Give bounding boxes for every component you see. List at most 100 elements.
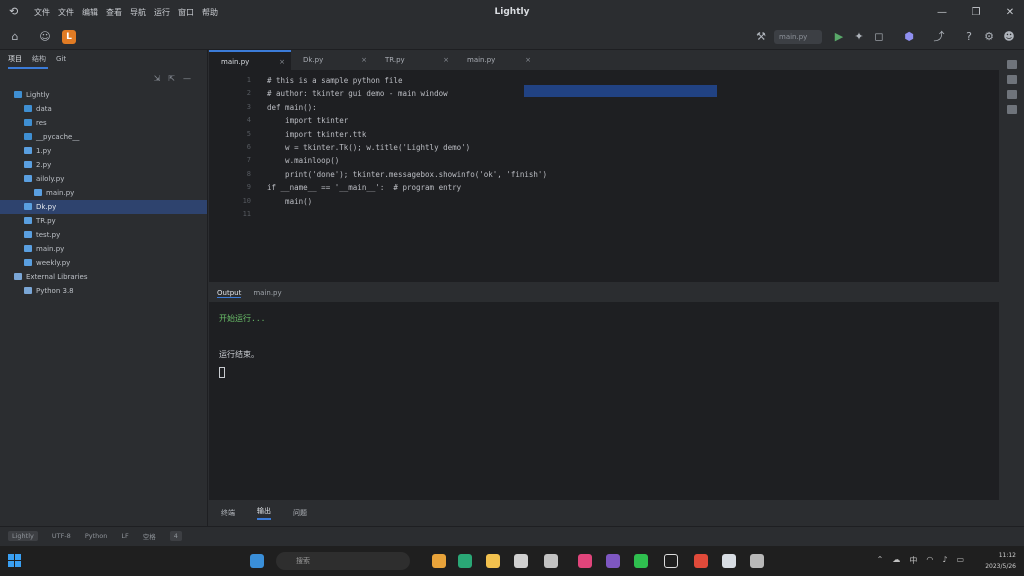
tree-item[interactable]: res <box>0 116 207 130</box>
store-icon[interactable] <box>514 554 528 568</box>
close-tab-icon[interactable]: × <box>361 50 367 70</box>
close-tab-icon[interactable]: × <box>525 50 531 70</box>
help-icon[interactable]: ? <box>962 30 976 44</box>
notifications-icon[interactable] <box>1006 60 1017 69</box>
menu-item-run[interactable]: 运行 <box>154 7 170 18</box>
tab-project[interactable]: 项目 <box>8 54 22 64</box>
code-line[interactable]: main() <box>267 195 999 208</box>
taskbar-search[interactable]: 搜索 <box>276 552 410 570</box>
chevron-up-icon[interactable]: ⌃ <box>877 555 884 566</box>
hammer-icon[interactable]: ⚒ <box>754 30 768 44</box>
tree-item[interactable]: main.py <box>0 242 207 256</box>
waveform-app-icon[interactable] <box>664 554 678 568</box>
wechat-icon[interactable] <box>634 554 648 568</box>
ime-icon[interactable]: 中 <box>909 555 917 566</box>
code-line[interactable]: import tkinter <box>267 114 999 127</box>
tab-problems[interactable]: 问题 <box>293 508 307 518</box>
tab-terminal[interactable]: 终端 <box>221 508 235 518</box>
status-line-ending[interactable]: LF <box>121 532 128 540</box>
stop-icon[interactable]: ◻ <box>872 30 886 44</box>
code-area[interactable]: # this is a sample python file # author: … <box>267 74 999 221</box>
settings-icon[interactable]: ⚙ <box>982 30 996 44</box>
editor-tab[interactable]: main.py × <box>209 50 291 70</box>
tree-item[interactable]: ailoly.py <box>0 172 207 186</box>
menu-item-edit[interactable]: 编辑 <box>82 7 98 18</box>
tree-item[interactable]: Lightly <box>0 88 207 102</box>
visual-studio-icon[interactable] <box>606 554 620 568</box>
tab-output[interactable]: Output <box>217 289 242 298</box>
menu-item-view[interactable]: 查看 <box>106 7 122 18</box>
code-line[interactable] <box>267 208 999 221</box>
status-project[interactable]: Lightly <box>8 530 38 541</box>
debug-icon[interactable]: ✦ <box>852 30 866 44</box>
tree-item[interactable]: data <box>0 102 207 116</box>
share-icon[interactable]: ⤴ <box>932 30 946 44</box>
start-button[interactable] <box>8 554 22 568</box>
expand-icon[interactable]: ⇱ <box>168 74 175 83</box>
database-icon[interactable] <box>1006 75 1017 84</box>
code-line[interactable]: w = tkinter.Tk(); w.title('Lightly demo'… <box>267 141 999 154</box>
tree-item[interactable]: 2.py <box>0 158 207 172</box>
status-encoding[interactable]: UTF-8 <box>52 532 71 540</box>
tree-item[interactable]: Dk.py <box>0 200 207 214</box>
menu-item-help[interactable]: 帮助 <box>202 7 218 18</box>
maven-icon[interactable] <box>1006 90 1017 99</box>
code-editor[interactable]: 1 2 3 4 5 6 7 8 9 10 11 # this is a sample python … <box>209 70 999 282</box>
status-language[interactable]: Python <box>85 532 108 540</box>
battery-icon[interactable]: ▭ <box>956 555 964 566</box>
code-line[interactable]: # this is a sample python file <box>267 74 999 87</box>
tree-item[interactable]: External Libraries <box>0 270 207 284</box>
lightly-app-icon[interactable] <box>722 554 736 568</box>
code-line[interactable]: def main(): <box>267 101 999 114</box>
code-line[interactable]: if __name__ == '__main__': # program ent… <box>267 181 999 194</box>
menu-item-file2[interactable]: 文件 <box>58 7 74 18</box>
close-tab-icon[interactable]: × <box>443 50 449 70</box>
user-icon[interactable]: ☺ <box>38 30 52 44</box>
panel-close-icon[interactable]: — <box>183 74 191 83</box>
run-icon[interactable]: ▶ <box>832 30 846 44</box>
close-button[interactable]: ✕ <box>1002 7 1018 18</box>
app-logo-icon[interactable]: L <box>62 30 76 44</box>
minimize-button[interactable]: — <box>934 7 950 18</box>
plugin-icon[interactable]: ⬢ <box>902 30 916 44</box>
menu-item-navigate[interactable]: 导航 <box>130 7 146 18</box>
clock[interactable]: 11:12 2023/5/26 <box>985 550 1016 572</box>
code-line[interactable]: import tkinter.ttk <box>267 128 999 141</box>
notepad-icon[interactable] <box>544 554 558 568</box>
code-line[interactable]: # author: tkinter gui demo - main window <box>267 87 999 100</box>
tree-item[interactable]: 1.py <box>0 144 207 158</box>
folder-icon[interactable] <box>486 554 500 568</box>
tab-git[interactable]: Git <box>56 55 66 63</box>
edge-browser-icon[interactable] <box>458 554 472 568</box>
menu-item-file[interactable]: 文件 <box>34 7 50 18</box>
tree-item[interactable]: weekly.py <box>0 256 207 270</box>
volume-icon[interactable]: ♪ <box>942 555 947 566</box>
status-indent[interactable]: 空格 <box>143 531 156 541</box>
tree-item[interactable]: TR.py <box>0 214 207 228</box>
code-line[interactable]: w.mainloop() <box>267 154 999 167</box>
tab-structure[interactable]: 结构 <box>32 54 46 64</box>
calculator-icon[interactable] <box>750 554 764 568</box>
maximize-button[interactable]: ❐ <box>968 7 984 18</box>
editor-tab[interactable]: Dk.py × <box>291 50 373 70</box>
account-icon[interactable]: ☻ <box>1002 30 1016 44</box>
editor-tab[interactable]: main.py × <box>455 50 537 70</box>
menu-item-window[interactable]: 窗口 <box>178 7 194 18</box>
editor-tab[interactable]: TR.py × <box>373 50 455 70</box>
tree-item[interactable]: __pycache__ <box>0 130 207 144</box>
close-tab-icon[interactable]: × <box>279 52 285 72</box>
code-line[interactable]: print('done'); tkinter.messagebox.showin… <box>267 168 999 181</box>
music-app-icon[interactable] <box>578 554 592 568</box>
structure-icon[interactable] <box>1006 105 1017 114</box>
wifi-icon[interactable]: ◠ <box>926 555 933 566</box>
run-config-select[interactable]: main.py <box>774 30 822 44</box>
netease-music-icon[interactable] <box>694 554 708 568</box>
collapse-icon[interactable]: ⇲ <box>154 74 161 83</box>
tab-run-file[interactable]: main.py <box>253 289 281 297</box>
tree-item[interactable]: main.py <box>0 186 207 200</box>
home-icon[interactable]: ⌂ <box>8 30 22 44</box>
status-indent-size[interactable]: 4 <box>169 530 182 541</box>
tab-output-bottom[interactable]: 输出 <box>257 506 271 520</box>
widgets-icon[interactable] <box>250 554 264 568</box>
back-icon[interactable]: ⟲ <box>9 5 18 18</box>
